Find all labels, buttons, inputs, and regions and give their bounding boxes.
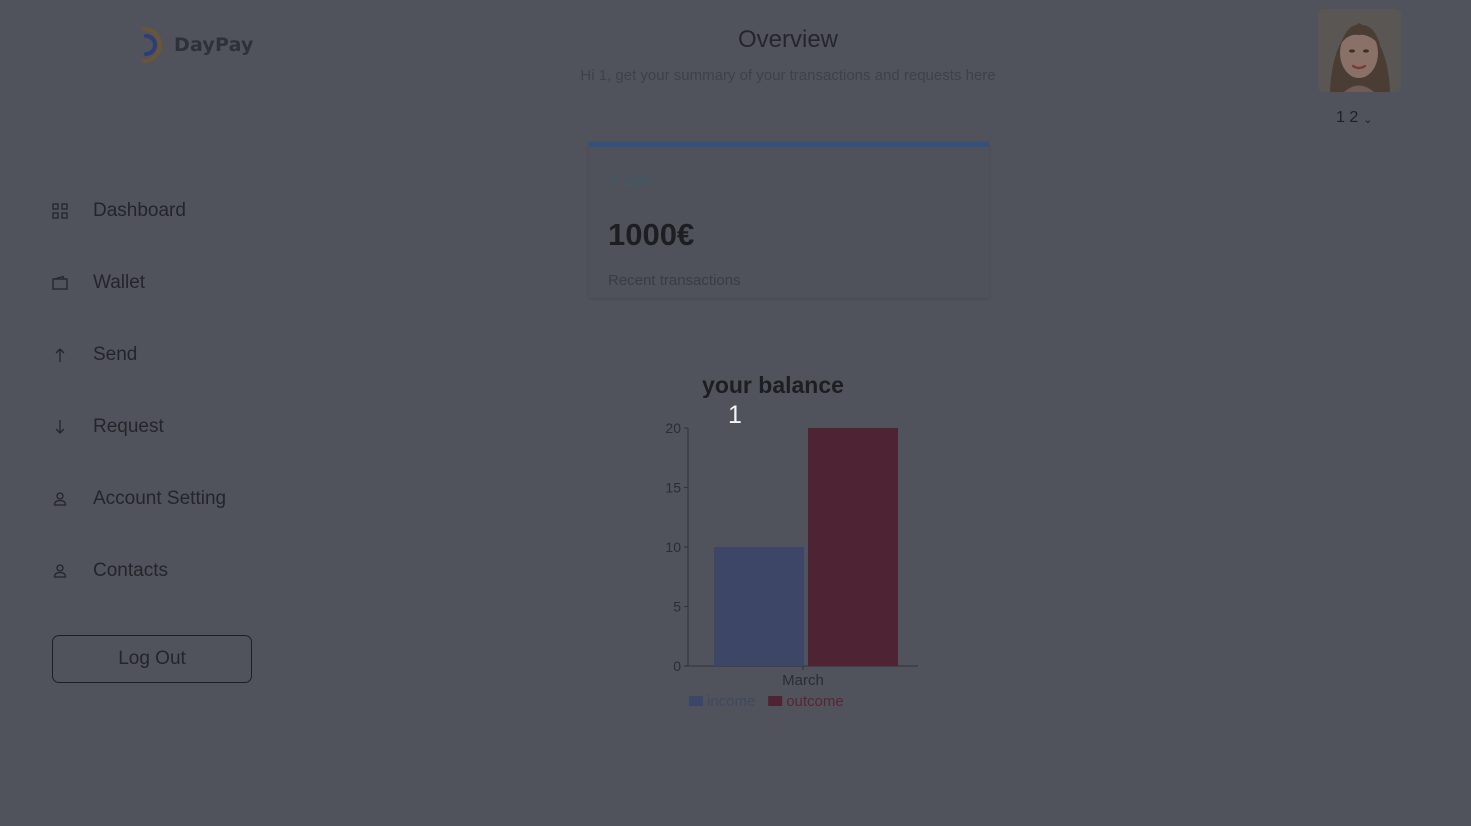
sidebar-item-label: Wallet: [93, 272, 146, 293]
legend-label-outcome: outcome: [786, 693, 844, 710]
y-tick-label: 15: [665, 480, 681, 496]
chart-title: your balance: [702, 372, 844, 398]
bar-outcome: [808, 428, 898, 666]
user-icon: [52, 563, 68, 579]
x-tick-label: March: [782, 672, 824, 689]
bar-income: [714, 547, 804, 666]
sidebar-item-dashboard[interactable]: Dashboard: [52, 175, 312, 247]
sidebar-item-label: Send: [93, 344, 138, 365]
chevron-down-icon: ⌄: [1363, 114, 1373, 126]
legend-swatch-income: [689, 696, 703, 706]
user-display-name: 1 2: [1336, 109, 1359, 126]
chart-annotation: 1: [728, 401, 742, 429]
sidebar-item-send[interactable]: Send: [52, 319, 312, 391]
sidebar-item-label: Dashboard: [93, 200, 186, 221]
logout-button[interactable]: Log Out: [52, 635, 252, 683]
recent-transactions-link[interactable]: Recent transactions: [608, 272, 741, 289]
y-tick-label: 0: [673, 658, 681, 674]
page-subtitle: Hi 1, get your summary of your transacti…: [580, 67, 996, 84]
sidebar-item-label: Request: [93, 416, 164, 437]
page: DayPay Overview Hi 1, get your summary o…: [0, 0, 1471, 826]
sidebar-item-wallet[interactable]: Wallet: [52, 247, 312, 319]
y-tick-label: 5: [673, 599, 681, 615]
sidebar-item-contacts[interactable]: Contacts: [52, 535, 312, 607]
daypay-logo-icon: [142, 27, 162, 63]
trend-up-icon: ⇧: [608, 173, 622, 190]
trend-indicator: ⇧ 23%: [608, 171, 651, 191]
arrow-down-icon: [52, 419, 68, 435]
sidebar-nav: Dashboard Wallet Send Request Account Se…: [52, 175, 312, 607]
user-icon: [52, 491, 68, 507]
app-name: DayPay: [174, 34, 254, 56]
y-tick-label: 20: [665, 420, 681, 436]
dashboard-icon: [52, 203, 68, 219]
user-avatar[interactable]: [1318, 9, 1401, 92]
app-logo[interactable]: DayPay: [140, 26, 254, 64]
sidebar-item-request[interactable]: Request: [52, 391, 312, 463]
legend-label-income: income: [707, 693, 755, 710]
sidebar-item-label: Contacts: [93, 560, 168, 581]
wallet-icon: [52, 275, 68, 291]
balance-card: ⇧ 23% 1000€ Recent transactions: [589, 142, 989, 298]
page-title: Overview: [737, 26, 839, 53]
sidebar-item-label: Account Setting: [93, 488, 227, 509]
balance-chart: 0 5 10 15 20 March 1 income outcome: [648, 400, 928, 720]
trend-value: 23%: [623, 173, 652, 189]
y-tick-label: 10: [665, 539, 681, 555]
balance-amount: 1000€: [608, 217, 695, 252]
avatar-photo: [1318, 9, 1401, 92]
legend-swatch-outcome: [768, 696, 783, 706]
user-menu-dropdown[interactable]: 1 2 ⌄: [1336, 109, 1372, 127]
sidebar-item-account-setting[interactable]: Account Setting: [52, 463, 312, 535]
arrow-up-icon: [52, 347, 68, 363]
balance-chart-svg: 0 5 10 15 20 March 1 income outcome: [665, 401, 918, 710]
